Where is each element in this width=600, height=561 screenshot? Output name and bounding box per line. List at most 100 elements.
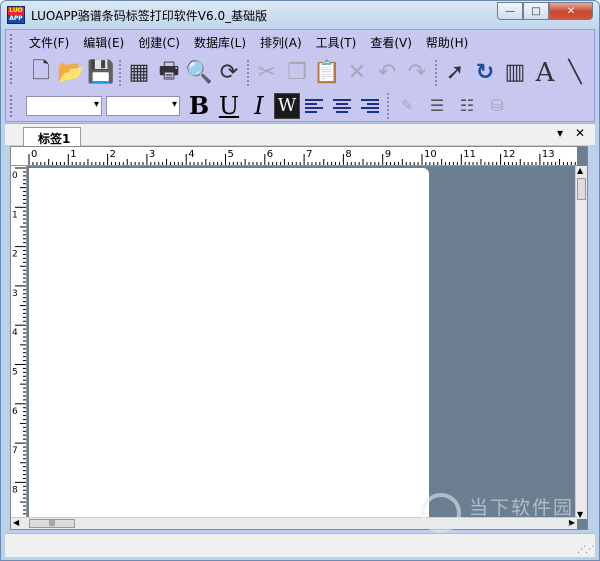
menu-list: 文件(F) 编辑(E) 创建(C) 数据库(L) 排列(A) 工具(T) 查看(V) 帮助(H… <box>22 30 475 56</box>
redo-icon: ↷ <box>407 60 427 85</box>
document-tab-bar: 标签1 ▾ ✕ <box>5 123 595 147</box>
standard-toolbar-buttons: 🗋 📂 💾 ▦ 🖶 🔍 ⟳ ✂ ❐ 📋 ✕ ↶ ↷ ➚ ↻ ▥ A ╲ <box>26 58 590 88</box>
font-name-select[interactable] <box>26 95 102 116</box>
align-left-button[interactable] <box>300 98 328 113</box>
refresh-data-button[interactable]: ⟳ <box>214 58 244 88</box>
barcode-icon: ▥ <box>504 60 526 85</box>
scroll-up-arrow[interactable]: ▲ <box>577 166 583 175</box>
ruler-label: 1 <box>12 210 18 220</box>
open-folder-button[interactable]: 📂 <box>56 58 86 88</box>
copy-button[interactable]: ❐ <box>282 58 312 88</box>
cut-button[interactable]: ✂ <box>252 58 282 88</box>
select-button[interactable]: ➚ <box>440 58 470 88</box>
app-logo-icon: LUO APP <box>7 6 25 24</box>
watermark-text: 当下软件园 <box>469 497 575 519</box>
menu-bar: 文件(F) 编辑(E) 创建(C) 数据库(L) 排列(A) 工具(T) 查看(V) 帮助(H… <box>6 30 594 56</box>
barcode-button[interactable]: ▥ <box>500 58 530 88</box>
page-layout-icon: ▦ <box>128 60 150 85</box>
delete-x-icon: ✕ <box>347 60 367 85</box>
new-file-button[interactable]: 🗋 <box>26 58 56 88</box>
preview-icon: 🔍 <box>185 60 213 85</box>
menu-item[interactable]: 创建(C) <box>131 30 187 56</box>
close-button[interactable]: ✕ <box>549 2 593 20</box>
ruler-label: 5 <box>12 368 18 378</box>
title-bar[interactable]: LUO APP LUOAPP骆谱条码标签打印软件V6.0_基础版 — □ ✕ <box>1 1 599 29</box>
design-workspace: 0 1 2 3 4 5 6 7 8 9 10 11 12 13 012345678 ▲ ▼ ◀ ||| ▶ <box>10 146 588 530</box>
wordwrap-button[interactable]: W <box>274 92 300 119</box>
command-area: 文件(F) 编辑(E) 创建(C) 数据库(L) 排列(A) 工具(T) 查看(V) 帮助(H… <box>5 29 595 122</box>
text-a-icon: A <box>535 57 555 88</box>
copy-icon: ❐ <box>287 60 307 85</box>
rotate-icon: ↻ <box>475 60 495 85</box>
horizontal-ruler: 0 1 2 3 4 5 6 7 8 9 10 11 12 13 <box>11 147 577 166</box>
line-dash-icon: ☷ <box>459 96 475 115</box>
label-canvas[interactable] <box>29 168 429 519</box>
tab-close-button[interactable]: ✕ <box>575 126 585 140</box>
undo-button[interactable]: ↶ <box>372 58 402 88</box>
watermark-url: www.downxia.com <box>469 519 572 532</box>
ruler-label: 11 <box>463 149 476 160</box>
ruler-label: 2 <box>110 149 116 160</box>
ruler-label: 8 <box>345 149 351 160</box>
redo-button[interactable]: ↷ <box>402 58 432 88</box>
align-right-button[interactable] <box>356 98 384 113</box>
ruler-label: 4 <box>188 149 194 160</box>
menu-item[interactable]: 查看(V) <box>363 30 419 56</box>
window-title: LUOAPP骆谱条码标签打印软件V6.0_基础版 <box>31 9 268 23</box>
tab-label1[interactable]: 标签1 <box>23 127 82 147</box>
toolbar-separator <box>435 59 437 86</box>
italic-button[interactable]: I <box>244 92 274 120</box>
line-button[interactable]: ╲ <box>560 58 590 88</box>
save-button[interactable]: 💾 <box>86 58 116 88</box>
minimize-button[interactable]: — <box>497 2 523 20</box>
line-style-icon: ☰ <box>429 96 445 115</box>
standard-toolbar: 🗋 📂 💾 ▦ 🖶 🔍 ⟳ ✂ ❐ 📋 ✕ ↶ ↷ ➚ ↻ ▥ A ╲ <box>6 56 594 89</box>
menu-item[interactable]: 编辑(E) <box>76 30 131 56</box>
line-color-button[interactable]: ✎ <box>392 91 422 121</box>
horizontal-scroll-thumb[interactable]: ||| <box>29 519 75 528</box>
resize-grip-icon[interactable]: ⋰⋰ <box>577 545 594 555</box>
font-size-select[interactable] <box>106 95 180 116</box>
toolbar-separator <box>247 59 249 86</box>
text-button[interactable]: A <box>530 58 560 88</box>
maximize-button[interactable]: □ <box>523 2 549 20</box>
bold-button[interactable]: B <box>184 91 214 120</box>
printer-icon: 🖶 <box>158 58 180 84</box>
menu-item[interactable]: 数据库(L) <box>187 30 253 56</box>
toolbar-separator <box>119 59 121 86</box>
sync-icon: ⟳ <box>219 60 239 85</box>
floppy-icon: 💾 <box>87 60 115 85</box>
vertical-scroll-thumb[interactable] <box>577 178 586 200</box>
format-toolbar-grip[interactable] <box>10 95 13 117</box>
pen-icon: ✎ <box>401 97 413 114</box>
underline-button[interactable]: U <box>214 92 244 120</box>
fill-color-button[interactable]: ⛁ <box>482 91 512 121</box>
line-style-button[interactable]: ☰ <box>422 91 452 121</box>
ruler-label: 0 <box>31 149 37 160</box>
toolbar-grip[interactable] <box>10 62 13 84</box>
print-preview-button[interactable]: 🔍 <box>184 58 214 88</box>
menu-item[interactable]: 工具(T) <box>309 30 364 56</box>
ruler-label: 7 <box>306 149 312 160</box>
toolbar-separator <box>387 92 389 119</box>
ruler-label: 5 <box>228 149 234 160</box>
align-center-button[interactable] <box>328 98 356 113</box>
delete-button[interactable]: ✕ <box>342 58 372 88</box>
menu-item[interactable]: 文件(F) <box>22 30 76 56</box>
paste-button[interactable]: 📋 <box>312 58 342 88</box>
pointer-arrow-icon: ➚ <box>445 60 465 85</box>
scissors-icon: ✂ <box>257 60 277 85</box>
print-button[interactable]: 🖶 <box>154 58 184 88</box>
tab-list-button[interactable]: ▾ <box>557 126 563 140</box>
vertical-scrollbar[interactable]: ▲ ▼ <box>575 166 587 519</box>
ruler-label: 13 <box>542 149 555 160</box>
page-setup-button[interactable]: ▦ <box>124 58 154 88</box>
menu-item[interactable]: 排列(A) <box>253 30 309 56</box>
scroll-left-arrow[interactable]: ◀ <box>13 518 19 527</box>
ruler-label: 9 <box>385 149 391 160</box>
menubar-grip[interactable] <box>10 34 13 52</box>
menu-item[interactable]: 帮助(H) <box>419 30 475 56</box>
ruler-label: 10 <box>424 149 437 160</box>
line-dash-button[interactable]: ☷ <box>452 91 482 121</box>
rotate-button[interactable]: ↻ <box>470 58 500 88</box>
